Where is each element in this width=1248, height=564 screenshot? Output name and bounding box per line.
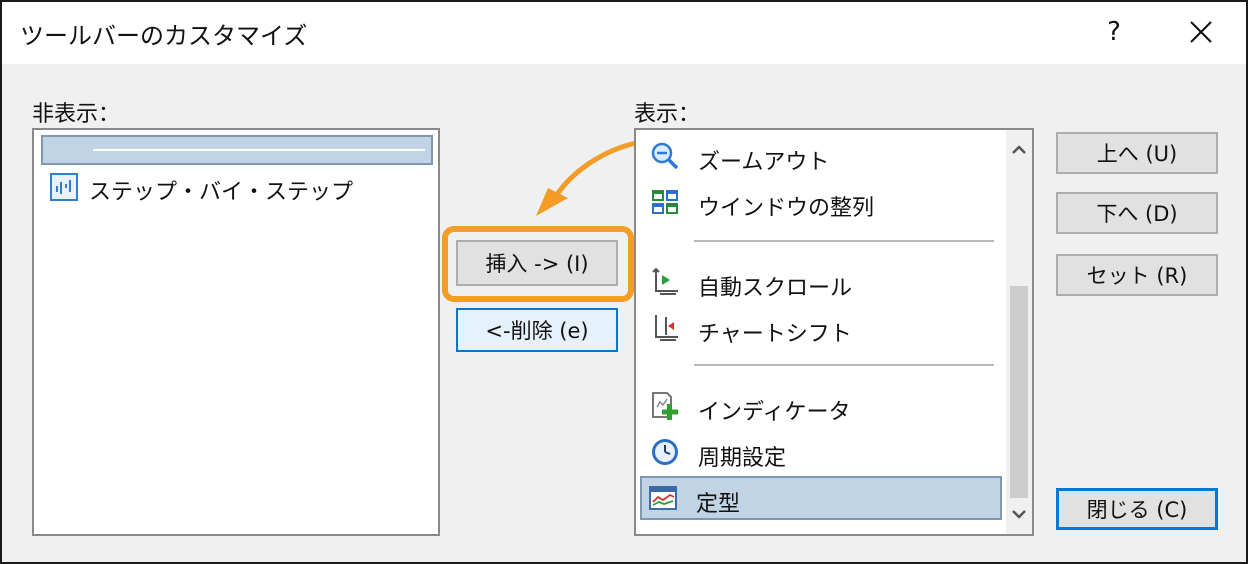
auto-scroll-icon: [652, 267, 678, 295]
separator-item[interactable]: [642, 352, 1000, 382]
reset-button[interactable]: セット (R): [1056, 254, 1218, 296]
separator-line: [694, 364, 994, 366]
list-item[interactable]: 周期設定: [642, 430, 1000, 474]
scroll-up-icon[interactable]: [1011, 144, 1027, 156]
template-icon: [649, 486, 677, 510]
hidden-list-label: 非表示：: [32, 102, 121, 127]
shown-listbox[interactable]: ズームアウト ウインドウの整列 自動スクロール チャートシフト インディケータ …: [634, 128, 1034, 536]
move-arrow-icon: [536, 139, 643, 216]
list-item-label: ウインドウの整列: [698, 196, 875, 221]
scrollbar-thumb[interactable]: [1010, 286, 1028, 498]
help-button[interactable]: ?: [1094, 14, 1134, 50]
list-item-label: チャートシフト: [698, 322, 852, 347]
indicator-icon: [652, 392, 678, 420]
move-down-button[interactable]: 下へ (D): [1056, 192, 1218, 234]
list-item-label: インディケータ: [698, 400, 851, 425]
vertical-scrollbar[interactable]: [1006, 130, 1032, 534]
move-up-button[interactable]: 上へ (U): [1056, 132, 1218, 174]
list-item[interactable]: ズームアウト: [642, 134, 1000, 178]
chart-shift-icon: [655, 315, 678, 341]
separator-line: [694, 240, 994, 242]
list-item-label: 周期設定: [698, 446, 787, 471]
remove-button[interactable]: <-削除 (e): [456, 308, 618, 352]
list-item[interactable]: チャートシフト: [642, 306, 1000, 350]
list-item-label: ズームアウト: [698, 150, 830, 175]
step-by-step-icon: [50, 173, 78, 201]
list-item-label: ステップ・バイ・ステップ: [89, 180, 354, 205]
hidden-listbox[interactable]: ステップ・バイ・ステップ: [32, 128, 440, 536]
list-item-selected[interactable]: 定型: [640, 476, 1002, 520]
list-item[interactable]: ウインドウの整列: [642, 180, 1000, 224]
insert-button[interactable]: 挿入 -> (I): [456, 240, 618, 286]
close-window-button[interactable]: [1178, 12, 1222, 52]
list-item-label: 自動スクロール: [698, 276, 853, 301]
tile-windows-icon: [652, 190, 678, 214]
window-title: ツールバーのカスタマイズ: [20, 22, 308, 50]
close-icon: [1190, 21, 1212, 43]
hidden-separator-item[interactable]: [41, 135, 433, 165]
period-clock-icon: [652, 439, 678, 465]
shown-list-label: 表示：: [634, 102, 701, 127]
zoom-out-icon: [651, 142, 679, 170]
list-item-label: 定型: [696, 492, 741, 517]
scroll-down-icon[interactable]: [1011, 508, 1027, 520]
list-item[interactable]: ステップ・バイ・ステップ: [41, 168, 433, 208]
title-bar: ツールバーのカスタマイズ ?: [2, 2, 1246, 64]
separator-line: [93, 149, 425, 151]
customize-toolbar-dialog: ツールバーのカスタマイズ ? 非表示： ステップ・バイ・ステップ 挿入 -> (…: [0, 0, 1248, 564]
list-item[interactable]: 自動スクロール: [642, 260, 1000, 304]
close-dialog-button[interactable]: 閉じる (C): [1056, 488, 1218, 530]
list-item[interactable]: インディケータ: [642, 384, 1000, 428]
separator-item[interactable]: [642, 226, 1000, 256]
